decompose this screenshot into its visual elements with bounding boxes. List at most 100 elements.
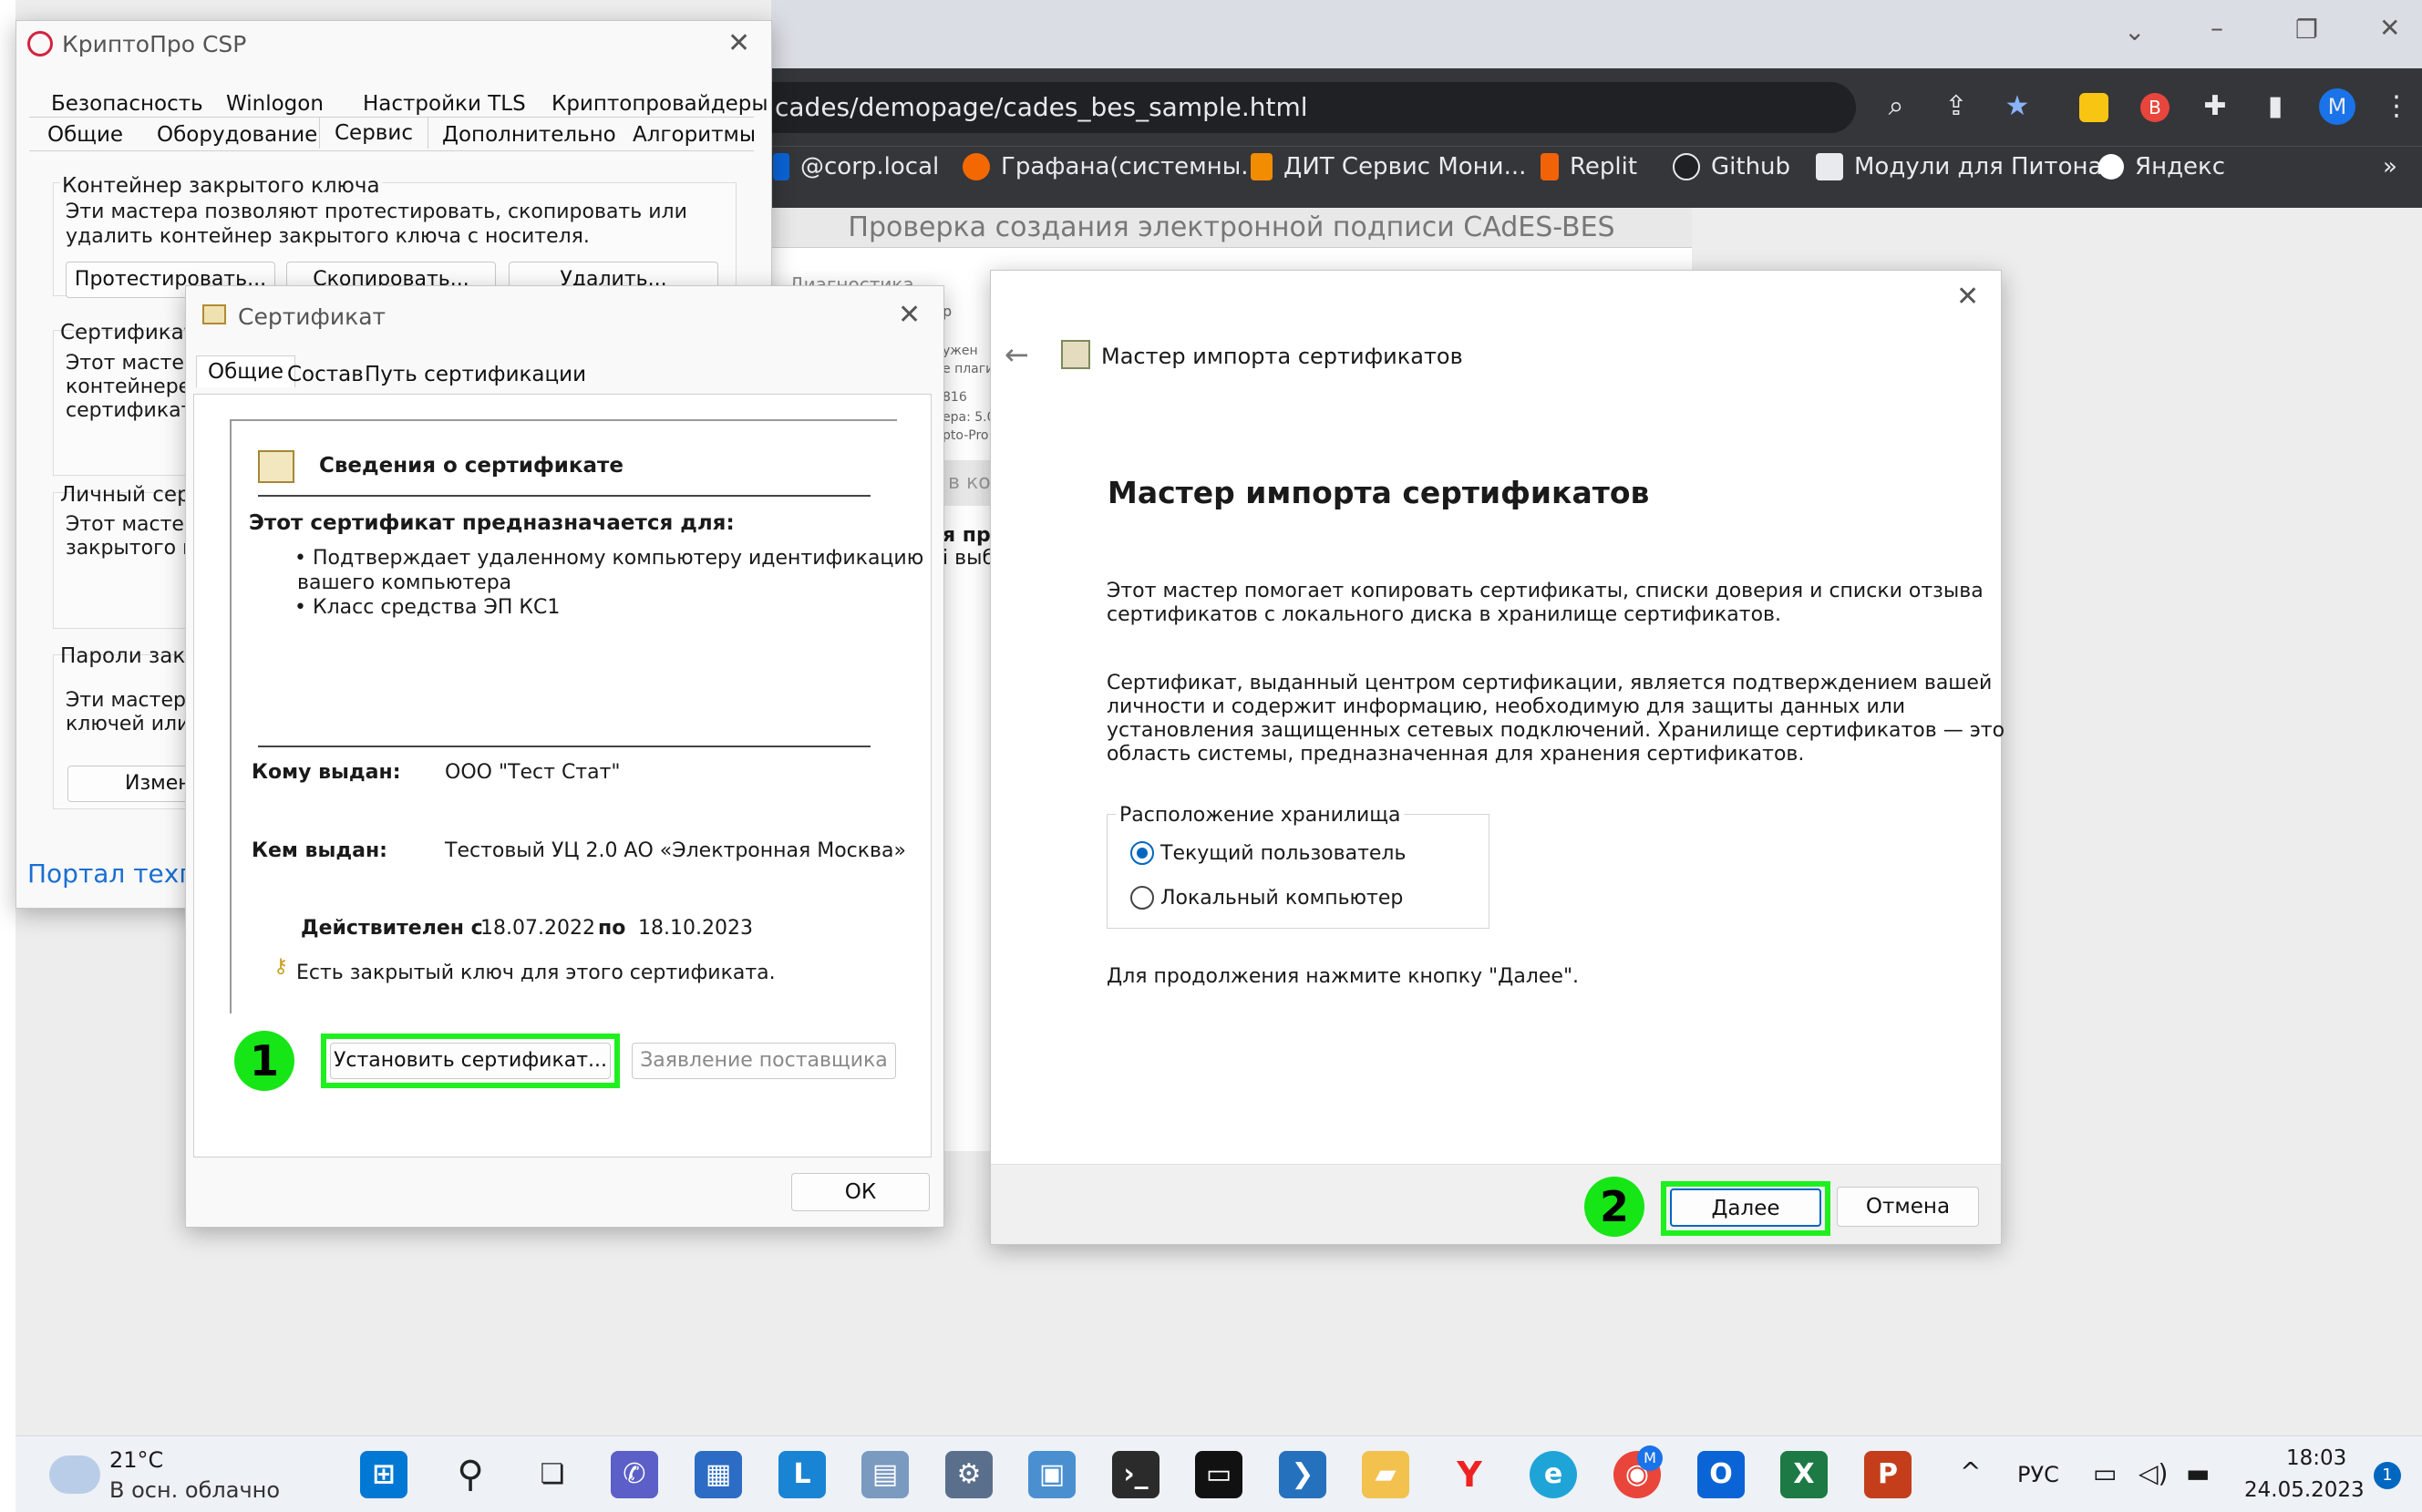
extension-yellow-icon[interactable]	[2079, 93, 2108, 122]
tab-general[interactable]: Общие	[196, 355, 296, 387]
share-icon[interactable]: ⇪	[1941, 91, 1972, 122]
tab-security[interactable]: Безопасность	[51, 92, 203, 116]
settings-icon[interactable]: ⚙	[945, 1451, 993, 1498]
task-view-icon[interactable]: ❏	[529, 1451, 576, 1498]
network-app-icon[interactable]: ▤	[861, 1451, 909, 1498]
valid-to-value: 18.10.2023	[638, 917, 753, 940]
tab-general[interactable]: Общие	[47, 123, 123, 147]
l-app-icon[interactable]: L	[778, 1451, 826, 1498]
bookmark-python-modules[interactable]: Модули для Питона	[1816, 151, 2102, 182]
dit-icon	[1251, 153, 1273, 180]
bookmark-yandex[interactable]: Яндекс	[2098, 151, 2225, 182]
terminal-icon[interactable]: ›_	[1112, 1451, 1159, 1498]
close-icon[interactable]: ✕	[898, 299, 921, 331]
page-fragment: ужен	[943, 344, 978, 358]
weather-desc[interactable]: В осн. облачно	[109, 1477, 280, 1503]
next-button[interactable]: Далее	[1670, 1188, 1821, 1227]
screen-edge	[0, 0, 15, 1512]
wizard-icon	[1061, 340, 1090, 369]
github-icon	[1673, 153, 1700, 180]
close-icon[interactable]: ✕	[1956, 281, 1979, 313]
cloud-icon[interactable]	[49, 1455, 100, 1494]
zoom-icon[interactable]: ⌕	[1881, 91, 1912, 122]
explorer-icon[interactable]: ▰	[1362, 1451, 1409, 1498]
bookmark-replit[interactable]: Replit	[1541, 151, 1637, 182]
bookmark-grafana[interactable]: Графана(системны...	[963, 151, 1263, 182]
powershell-icon[interactable]: ❯	[1279, 1451, 1326, 1498]
profile-avatar[interactable]: M	[2319, 88, 2355, 125]
outlook-icon[interactable]: O	[1697, 1451, 1745, 1498]
network-icon[interactable]: ▭	[2093, 1458, 2117, 1488]
chat-icon[interactable]: ✆	[611, 1451, 658, 1498]
bookmark-github[interactable]: Github	[1673, 151, 1790, 182]
tab-search-icon[interactable]: ⌄	[2124, 16, 2145, 46]
tab-service[interactable]: Сервис	[319, 117, 428, 149]
issuer-statement-button[interactable]: Заявление поставщика	[632, 1043, 896, 1079]
cube-icon	[1816, 153, 1843, 180]
yandex-browser-icon[interactable]: Y	[1446, 1451, 1493, 1498]
powerpoint-icon[interactable]: P	[1864, 1451, 1912, 1498]
minimize-icon[interactable]: –	[2211, 13, 2223, 43]
back-arrow-icon[interactable]: ←	[1005, 337, 1029, 372]
change-button[interactable]: Измен	[67, 766, 195, 802]
install-certificate-button[interactable]: Установить сертификат...	[330, 1043, 611, 1079]
start-icon[interactable]: ⊞	[360, 1451, 407, 1498]
cancel-button[interactable]: Отмена	[1837, 1187, 1979, 1227]
certificate-info-icon	[258, 450, 294, 483]
certificate-icon	[202, 304, 226, 324]
clock-date[interactable]: 24.05.2023	[2244, 1478, 2365, 1502]
volume-icon[interactable]: ◁)	[2139, 1458, 2168, 1488]
outlook-icon	[773, 153, 789, 180]
notification-badge[interactable]: 1	[2374, 1462, 2401, 1489]
browser-tabstrip	[771, 0, 2422, 68]
weather-temp[interactable]: 21°C	[109, 1447, 163, 1473]
portal-link[interactable]: Портал техпо	[27, 859, 211, 889]
control-panel-icon[interactable]: ▣	[1028, 1451, 1076, 1498]
issued-to-value: ООО "Тест Стат"	[445, 761, 621, 784]
chrome-profile-badge: M	[1637, 1445, 1663, 1471]
tab-hardware[interactable]: Оборудование	[157, 123, 317, 147]
page-fragment: ера: 5.0	[943, 410, 995, 425]
kebab-menu-icon[interactable]: ⋮	[2381, 91, 2412, 122]
group-description: сертификато	[66, 399, 205, 422]
step-2-badge: 2	[1584, 1177, 1644, 1237]
tab-tls[interactable]: Настройки TLS	[363, 92, 526, 116]
extensions-puzzle-icon[interactable]: ✚	[2200, 91, 2231, 122]
bookmarks-more[interactable]: »	[2383, 151, 2397, 182]
edge-icon[interactable]: e	[1530, 1451, 1577, 1498]
close-icon[interactable]: ✕	[727, 27, 750, 59]
radio-local-machine[interactable]	[1130, 886, 1154, 910]
ok-button[interactable]: ОК	[791, 1173, 930, 1211]
restore-icon[interactable]: ❐	[2295, 15, 2318, 45]
tab-providers[interactable]: Криптопровайдеры	[551, 92, 768, 116]
info-heading: Сведения о сертификате	[319, 454, 624, 478]
bookmark-corp[interactable]: @corp.local	[773, 151, 939, 182]
side-panel-icon[interactable]: ▮	[2260, 91, 2291, 122]
wizard-text: установления защищенных сетевых подключе…	[1107, 719, 2005, 742]
issued-by-label: Кем выдан:	[252, 839, 387, 862]
tab-advanced[interactable]: Дополнительно	[442, 123, 616, 147]
clock-time[interactable]: 18:03	[2286, 1446, 2346, 1470]
radio-current-user-label[interactable]: Текущий пользователь	[1160, 841, 1406, 866]
radio-local-machine-label[interactable]: Локальный компьютер	[1160, 886, 1403, 910]
extension-b-icon[interactable]: B	[2140, 93, 2169, 122]
search-icon[interactable]: ⚲	[447, 1451, 494, 1498]
bookmark-dit[interactable]: ДИТ Сервис Мони...	[1251, 151, 1526, 182]
divider	[258, 495, 871, 497]
close-window-icon[interactable]: ✕	[2379, 13, 2400, 43]
language-indicator[interactable]: РУС	[2017, 1462, 2059, 1487]
tab-details[interactable]: Состав	[287, 363, 364, 386]
bookmark-star-icon[interactable]: ★	[2002, 91, 2033, 122]
chevron-up-icon[interactable]: ^	[1960, 1456, 1981, 1486]
tab-algorithms[interactable]: Алгоритмы	[633, 123, 756, 147]
cmd-icon[interactable]: ▭	[1195, 1451, 1242, 1498]
tab-winlogon[interactable]: Winlogon	[226, 92, 324, 116]
address-bar[interactable]: cades/demopage/cades_bes_sample.html	[771, 82, 1856, 133]
tab-cert-path[interactable]: Путь сертификации	[365, 363, 586, 386]
radio-current-user[interactable]	[1130, 841, 1154, 865]
wizard-heading: Мастер импорта сертификатов	[1108, 475, 1650, 510]
store-icon[interactable]: ▦	[695, 1451, 742, 1498]
excel-icon[interactable]: X	[1780, 1451, 1828, 1498]
battery-icon[interactable]: ▬	[2186, 1458, 2210, 1488]
issued-to-label: Кому выдан:	[252, 761, 401, 784]
